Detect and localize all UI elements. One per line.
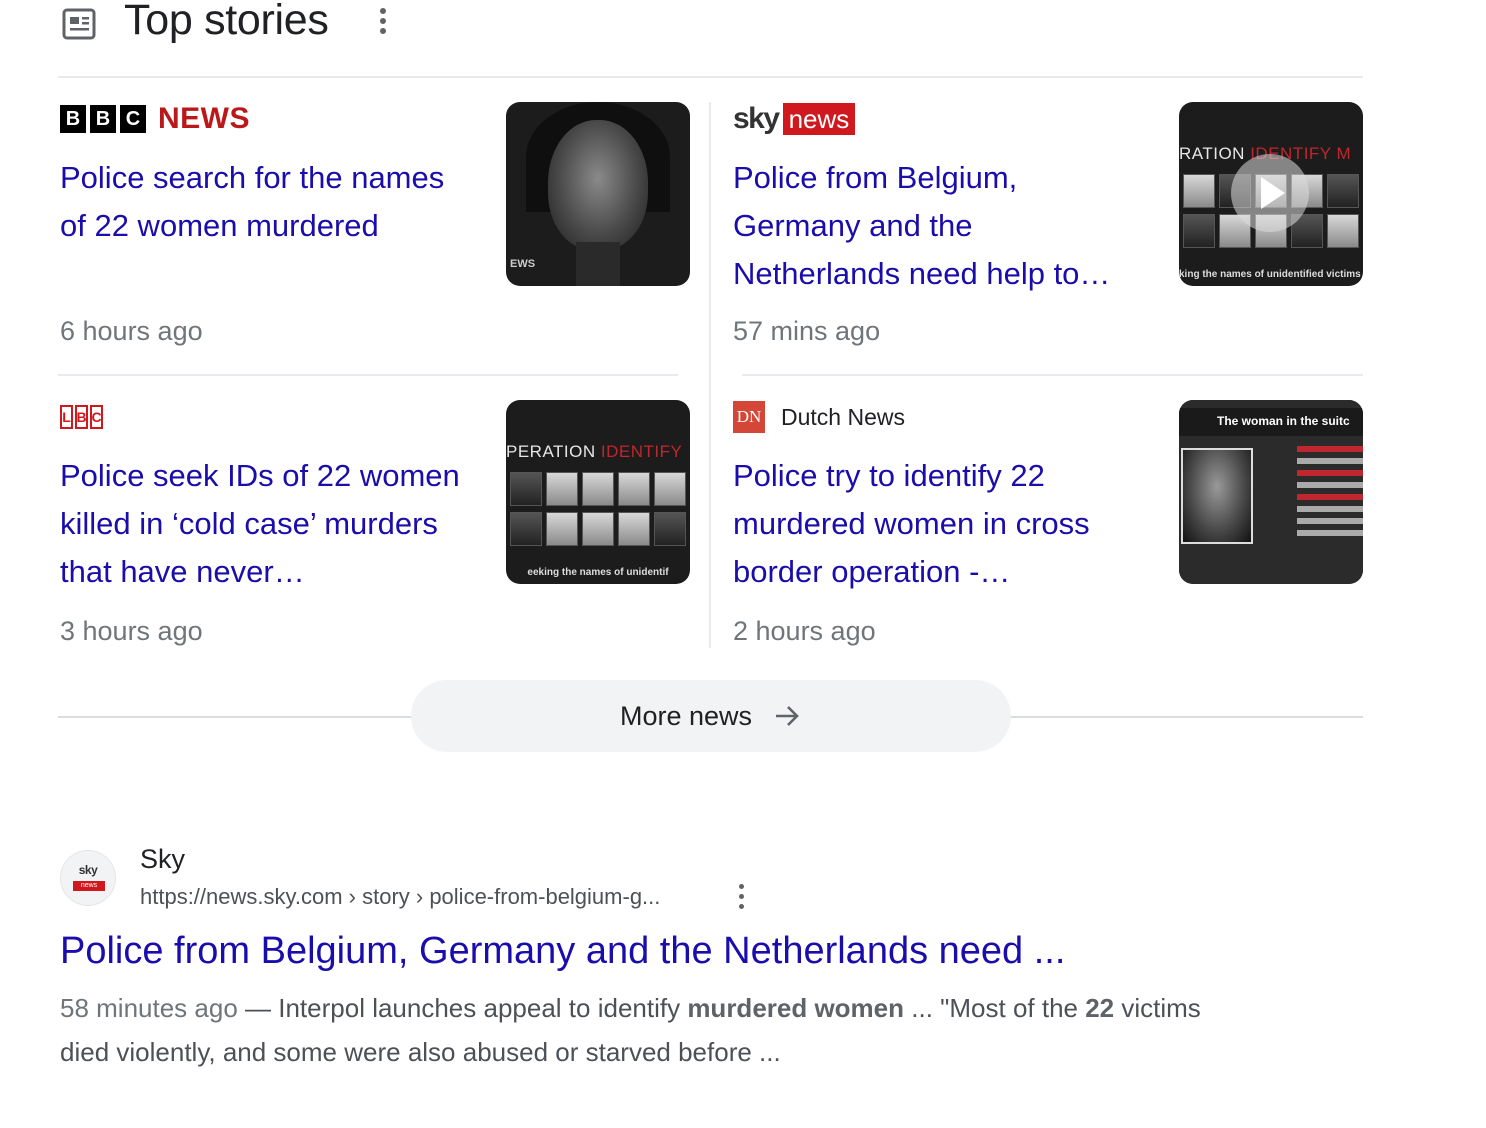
story-thumbnail[interactable]: EWS (506, 102, 690, 286)
thumbnail-title: The woman in the suitc (1179, 408, 1363, 436)
portrait-image (548, 120, 648, 250)
play-icon[interactable] (1231, 154, 1309, 232)
bbc-logo-letter: B (90, 105, 116, 133)
source-logo-dutch-news: DN Dutch News (733, 400, 905, 434)
story-card-bbc[interactable]: B B C NEWS Police search for the names o… (60, 102, 692, 382)
snippet-text: — (237, 993, 279, 1023)
divider (1010, 716, 1363, 718)
source-logo-sky: sky news (733, 102, 856, 136)
lbc-logo-letter: L (60, 405, 73, 429)
sky-logo-word: sky (733, 102, 780, 135)
story-time: 57 mins ago (733, 316, 881, 346)
story-time: 3 hours ago (60, 616, 203, 646)
thumbnail-caption: king the names of unidentified victims o… (1179, 269, 1363, 280)
source-logo-bbc: B B C NEWS (60, 102, 250, 136)
portrait-image (1181, 448, 1253, 544)
more-news-button[interactable]: More news (411, 680, 1011, 752)
snippet-highlight: murdered women (687, 993, 905, 1023)
thumbnail-caption: EWS (510, 258, 536, 270)
story-time: 6 hours ago (60, 316, 203, 346)
row-divider (58, 374, 678, 376)
snippet-text: Interpol launches appeal to identify (278, 993, 688, 1023)
story-headline[interactable]: Police from Belgium, Germany and the Net… (733, 154, 1143, 298)
face-grid (510, 472, 686, 546)
snippet-text: ... "Most of the (904, 993, 1086, 1023)
dutch-news-favicon: DN (733, 401, 765, 433)
more-vert-icon[interactable] (736, 884, 746, 914)
story-thumbnail[interactable]: The woman in the suitc (1179, 400, 1363, 584)
favicon-text: sky (78, 863, 98, 877)
top-stories-header: Top stories (60, 0, 1363, 52)
story-card-lbc[interactable]: L B C Police seek IDs of 22 women killed… (60, 400, 692, 680)
more-vert-icon[interactable] (376, 8, 390, 42)
thumbnail-title: PERATION IDENTIFY (506, 442, 683, 461)
story-thumbnail[interactable]: RATION IDENTIFY M king the names of unid… (1179, 102, 1363, 286)
info-lines (1297, 446, 1363, 542)
snippet-date: 58 minutes ago (60, 993, 238, 1023)
story-time: 2 hours ago (733, 616, 876, 646)
source-name: Dutch News (781, 403, 905, 430)
lbc-logo-letter: B (75, 405, 88, 429)
favicon-text: news (73, 881, 105, 891)
row-divider (742, 374, 1363, 376)
divider (58, 716, 412, 718)
arrow-right-icon (776, 706, 799, 726)
result-title-link[interactable]: Police from Belgium, Germany and the Net… (60, 930, 1065, 973)
site-favicon[interactable]: sky news (60, 850, 116, 906)
story-card-dutch-news[interactable]: DN Dutch News Police try to identify 22 … (733, 400, 1365, 680)
snippet-highlight: 22 (1085, 993, 1115, 1023)
story-thumbnail[interactable]: PERATION IDENTIFY eeking the names of un… (506, 400, 690, 584)
result-snippet: 58 minutes ago — Interpol launches appea… (60, 986, 1240, 1074)
story-headline[interactable]: Police search for the names of 22 women … (60, 154, 470, 250)
source-logo-lbc: L B C (60, 400, 103, 434)
site-name[interactable]: Sky (140, 844, 185, 875)
sky-logo-news: news (782, 103, 856, 135)
story-card-sky[interactable]: sky news Police from Belgium, Germany an… (733, 102, 1365, 382)
story-headline[interactable]: Police seek IDs of 22 women killed in ‘c… (60, 452, 470, 596)
newspaper-icon (62, 8, 96, 40)
story-headline[interactable]: Police try to identify 22 murdered women… (733, 452, 1143, 596)
result-url[interactable]: https://news.sky.com › story › police-fr… (140, 884, 660, 910)
bbc-logo-word: NEWS (158, 102, 250, 135)
bbc-logo-letter: C (120, 105, 146, 133)
bbc-logo-letter: B (60, 105, 86, 133)
divider (58, 76, 1363, 78)
lbc-logo-letter: C (90, 405, 103, 429)
column-divider (709, 102, 711, 648)
section-title: Top stories (124, 0, 329, 44)
thumbnail-caption: eeking the names of unidentif (527, 567, 669, 578)
more-news-label: More news (619, 700, 753, 731)
